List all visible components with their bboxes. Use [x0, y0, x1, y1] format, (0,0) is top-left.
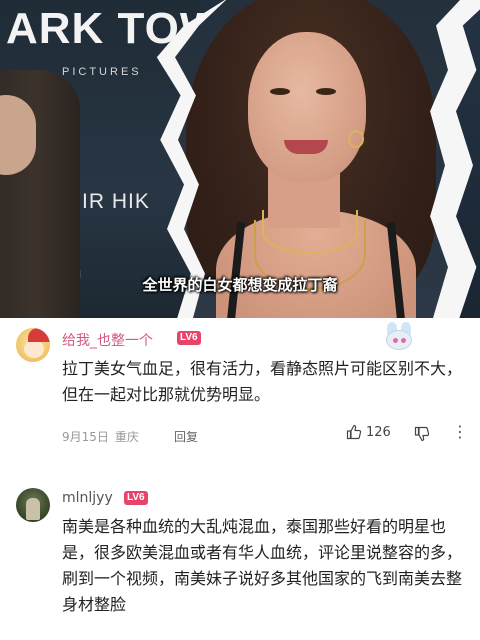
eye-left	[270, 88, 290, 95]
like-button[interactable]: 126	[346, 424, 391, 440]
poster-brand-subtitle: PICTURES	[62, 66, 142, 78]
comment-location: 重庆	[114, 430, 139, 444]
comment-meta: 9月15日 重庆	[62, 428, 145, 445]
dislike-button[interactable]	[414, 426, 430, 446]
santa-hat-icon	[28, 328, 50, 342]
level-badge: LV6	[124, 491, 148, 505]
decoration-eye-left	[393, 338, 398, 343]
thumbs-up-icon	[346, 424, 362, 440]
reply-button[interactable]: 回复	[174, 428, 198, 445]
video-caption: 全世界的白女都想变成拉丁裔	[142, 276, 338, 294]
comment-username[interactable]: 给我_也整一个	[62, 330, 153, 350]
comment-username[interactable]: mlnljyy	[62, 490, 113, 506]
avatar[interactable]	[16, 488, 50, 522]
earring	[348, 130, 364, 148]
avatar-figure	[26, 498, 40, 520]
woman-portrait	[175, 0, 460, 318]
thumbs-down-icon	[414, 426, 430, 442]
eye-right	[316, 88, 336, 95]
face	[248, 32, 366, 182]
avatar-face	[24, 340, 44, 358]
comment-date: 9月15日	[62, 430, 109, 444]
decoration-head	[386, 330, 412, 350]
decoration-eye-right	[401, 338, 406, 343]
comment-text: 南美是各种血统的大乱炖混血，泰国那些好看的明星也是，很多欧美混血或者有华人血统，…	[62, 517, 463, 614]
like-count: 126	[366, 424, 391, 440]
comment-text: 拉丁美女气血足，很有活力，看静态照片可能区别不大，但在一起对比那就优势明显。	[62, 359, 463, 404]
avatar[interactable]	[16, 328, 50, 362]
avatar-decoration-icon	[384, 322, 414, 352]
level-badge: LV6	[177, 331, 201, 345]
more-vertical-icon[interactable]: ⋮	[452, 422, 468, 442]
video-frame[interactable]: ARK TOWN PICTURES K ŞEHIR HIK ıL 全世界的白女都…	[0, 0, 480, 318]
